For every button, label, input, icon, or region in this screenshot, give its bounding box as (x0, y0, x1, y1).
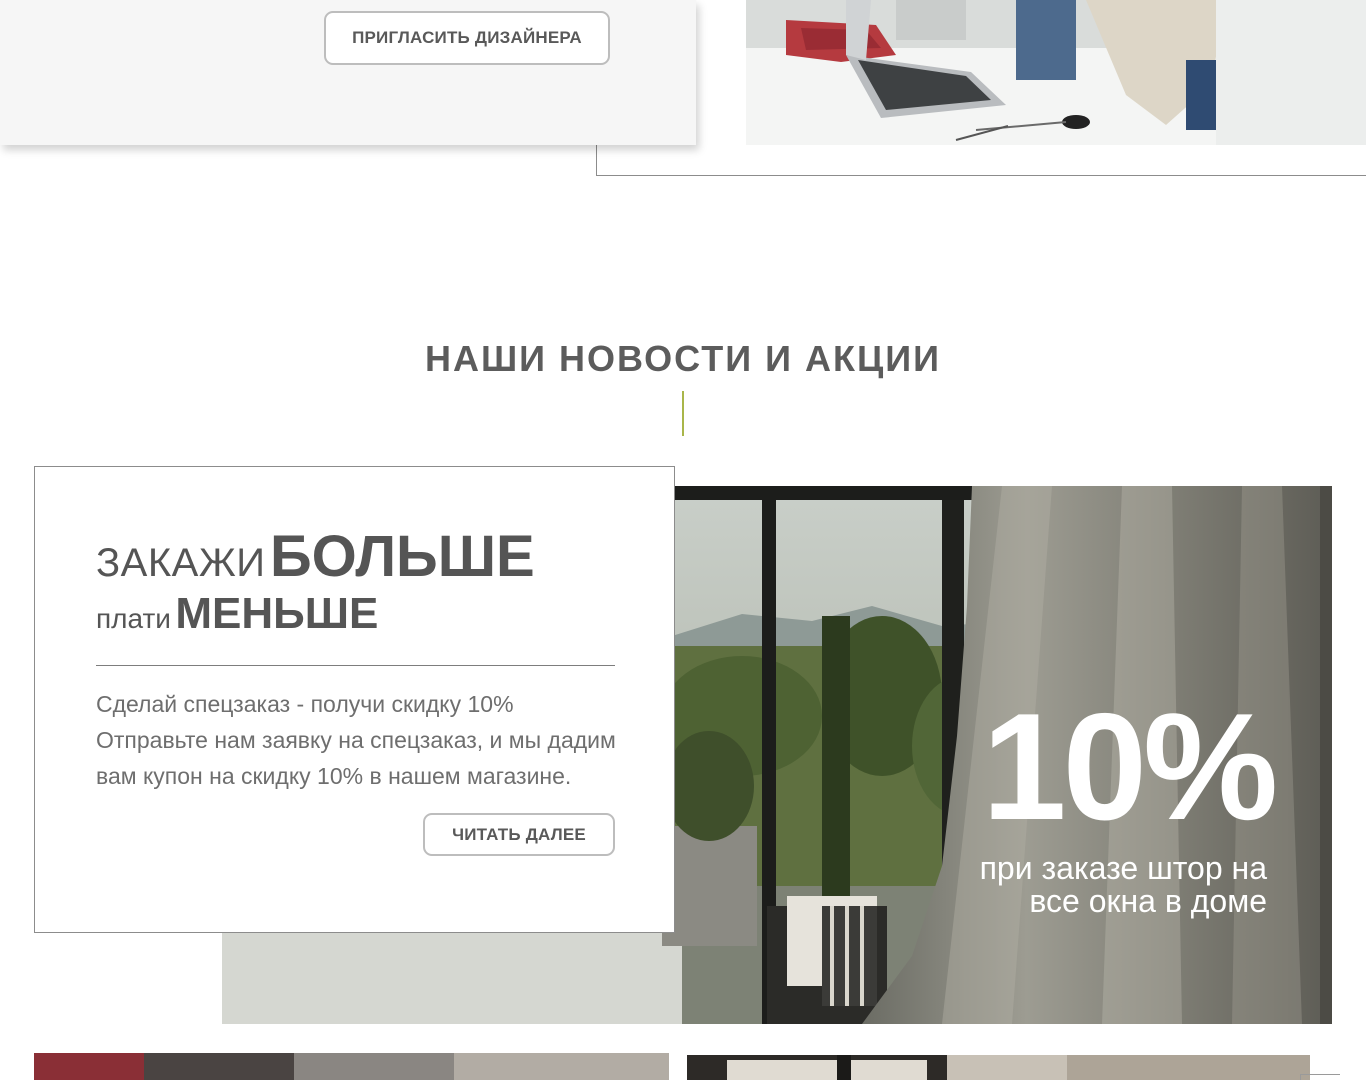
designer-photo (746, 0, 1366, 145)
invite-designer-card: ПРИГЛАСИТЬ ДИЗАЙНЕРА (0, 0, 696, 145)
subheadline-bold: МЕНЬШЕ (175, 589, 379, 638)
news-card-thumbnail[interactable] (34, 1053, 669, 1080)
read-more-button[interactable]: ЧИТАТЬ ДАЛЕЕ (423, 813, 615, 856)
invite-designer-button[interactable]: ПРИГЛАСИТЬ ДИЗАЙНЕРА (324, 11, 610, 65)
promo-subheadline: плати МЕНЬШЕ (96, 589, 378, 639)
discount-percent: 10% (982, 682, 1278, 852)
news-card-thumbnail[interactable] (687, 1055, 1310, 1080)
section-title: НАШИ НОВОСТИ И АКЦИИ (424, 338, 941, 379)
promo-divider (96, 665, 615, 666)
title-divider (682, 391, 684, 436)
headline-bold: БОЛЬШЕ (269, 524, 535, 589)
decorative-frame (1300, 1074, 1340, 1080)
headline-light: ЗАКАЖИ (96, 541, 266, 585)
subheadline-light: плати (96, 603, 171, 634)
page: ПРИГЛАСИТЬ ДИЗАЙНЕРА НАШИ НОВОСТИ И АКЦИ… (0, 0, 1366, 1080)
promo-description: Сделай спецзаказ - получи скидку 10% Отп… (96, 691, 616, 789)
promo-headline: ЗАКАЖИ БОЛЬШЕ (96, 523, 535, 590)
discount-caption: при заказе штор на все окна в доме (979, 850, 1267, 919)
promo-card: ЗАКАЖИ БОЛЬШЕ плати МЕНЬШЕ Сделай спецза… (34, 466, 675, 933)
